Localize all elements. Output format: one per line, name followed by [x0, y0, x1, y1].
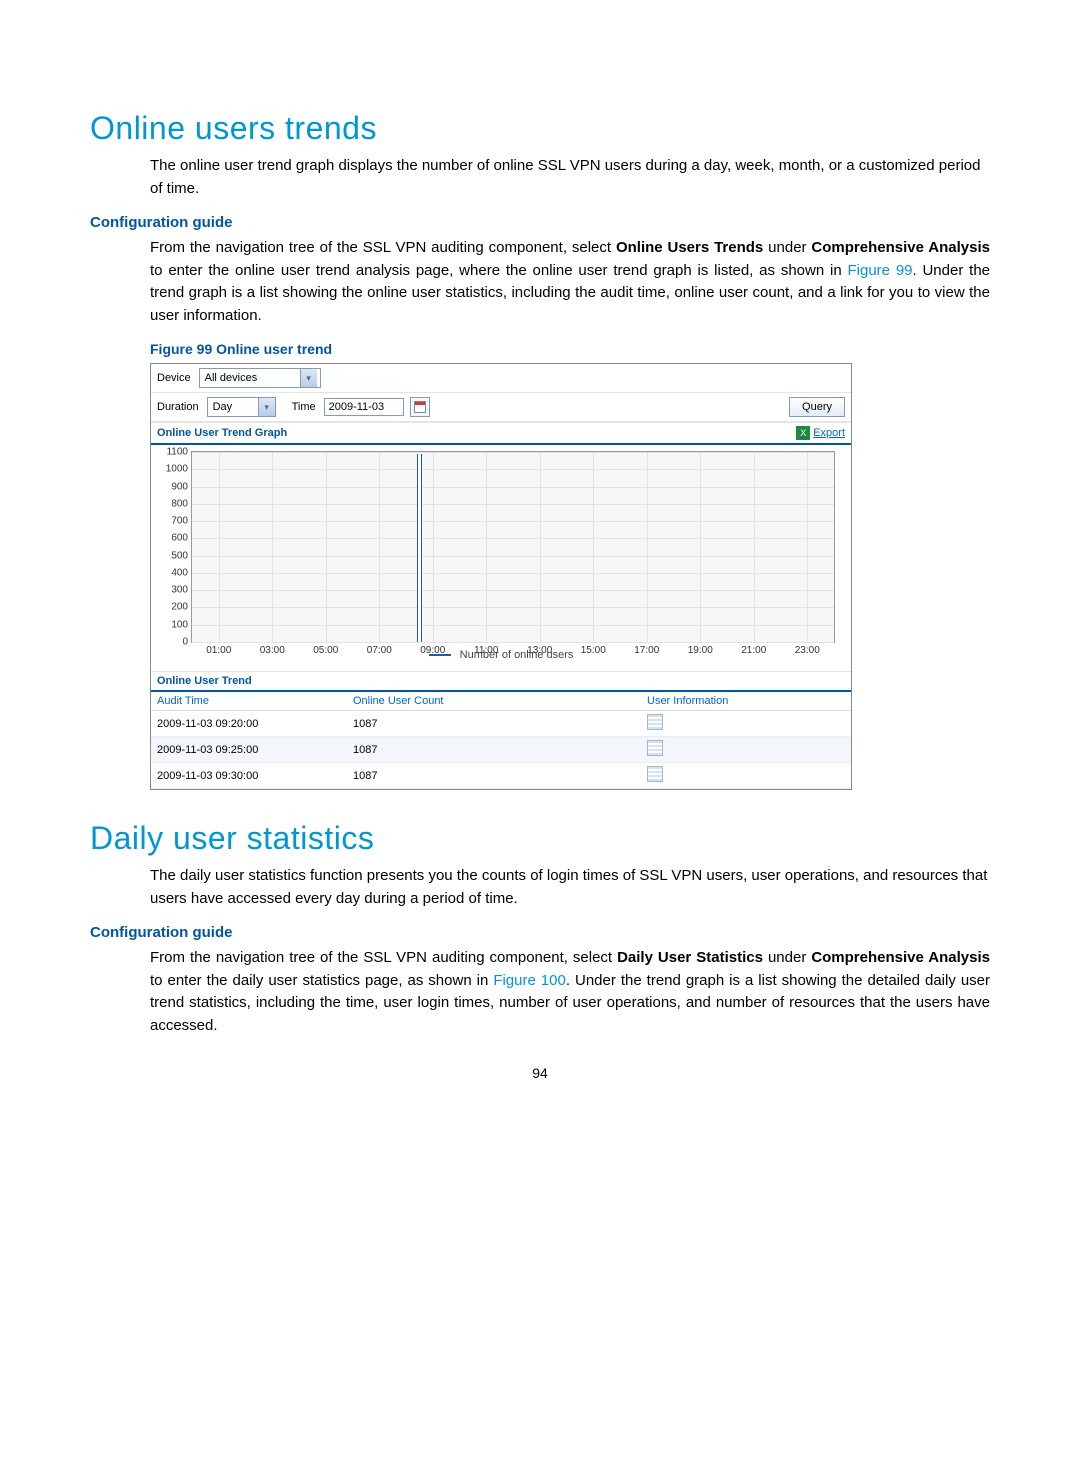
query-button[interactable]: Query [789, 397, 845, 417]
chart-panel-title-bar: Online User Trend Graph X Export [151, 422, 851, 445]
chevron-down-icon: ▾ [300, 369, 317, 387]
chart-container: 0 100 200 300 400 500 600 700 800 900 1000 1100 01:0… [151, 445, 851, 671]
th-audit-time[interactable]: Audit Time [151, 692, 347, 711]
table-header-row: Audit Time Online User Count User Inform… [151, 692, 851, 711]
duration-select-value: Day [208, 401, 258, 413]
figure-link-100[interactable]: Figure 100 [493, 972, 566, 989]
x-tick-label: 07:00 [367, 642, 392, 656]
x-tick-label: 19:00 [688, 642, 713, 656]
filter-bar-row2: Duration Day ▾ Time Query [151, 393, 851, 422]
y-tick-label: 600 [171, 533, 192, 544]
x-tick-label: 21:00 [741, 642, 766, 656]
duration-select[interactable]: Day ▾ [207, 397, 276, 417]
table-row: 2009-11-03 09:20:001087 [151, 711, 851, 737]
section1-subhead: Configuration guide [90, 214, 990, 231]
export-label: Export [813, 427, 845, 439]
duration-label: Duration [157, 401, 199, 413]
table-panel-title-bar: Online User Trend [151, 671, 851, 692]
bold-text: Comprehensive Analysis [811, 239, 990, 256]
figure-caption: Figure 99 Online user trend [150, 341, 990, 357]
x-tick-label: 17:00 [634, 642, 659, 656]
text: under [763, 949, 811, 966]
user-info-icon[interactable] [647, 714, 663, 730]
user-info-icon[interactable] [647, 740, 663, 756]
cell-audit-time: 2009-11-03 09:30:00 [151, 763, 347, 789]
y-tick-label: 100 [171, 619, 192, 630]
y-tick-label: 0 [182, 637, 192, 648]
y-tick-label: 200 [171, 602, 192, 613]
y-tick-label: 1100 [166, 447, 192, 458]
x-tick-label: 01:00 [206, 642, 231, 656]
user-info-icon[interactable] [647, 766, 663, 782]
cell-user-count: 1087 [347, 711, 641, 737]
table-row: 2009-11-03 09:30:001087 [151, 763, 851, 789]
section1-body: From the navigation tree of the SSL VPN … [150, 237, 990, 327]
chart-plot-area: 01002003004005006007008009001000110001:0… [191, 451, 835, 643]
text: under [763, 239, 811, 256]
bold-text: Comprehensive Analysis [811, 949, 990, 966]
x-tick-label: 11:00 [474, 642, 498, 656]
table-panel-title: Online User Trend [157, 675, 252, 687]
chart-panel-title: Online User Trend Graph [157, 427, 287, 439]
section-title-daily-user-statistics: Daily user statistics [90, 820, 990, 857]
page-number: 94 [0, 1065, 1080, 1081]
text: From the navigation tree of the SSL VPN … [150, 239, 616, 256]
section-title-online-users-trends: Online users trends [90, 110, 990, 147]
y-tick-label: 900 [171, 481, 192, 492]
stats-table: Audit Time Online User Count User Inform… [151, 692, 851, 789]
calendar-icon[interactable] [410, 397, 430, 417]
figure-link[interactable]: Figure 99 [847, 262, 912, 279]
text: to enter the online user trend analysis … [150, 262, 847, 279]
cell-user-count: 1087 [347, 763, 641, 789]
time-label: Time [292, 401, 316, 413]
x-tick-label: 15:00 [581, 642, 606, 656]
text: to enter the daily user statistics page,… [150, 972, 493, 989]
export-link[interactable]: X Export [796, 426, 845, 440]
y-tick-label: 500 [171, 550, 192, 561]
text: From the navigation tree of the SSL VPN … [150, 949, 617, 966]
cell-user-info [641, 763, 851, 789]
cell-user-count: 1087 [347, 737, 641, 763]
excel-icon: X [796, 426, 810, 440]
cell-user-info [641, 711, 851, 737]
filter-bar: Device All devices ▾ [151, 364, 851, 393]
x-tick-label: 05:00 [313, 642, 338, 656]
y-tick-label: 1000 [166, 464, 192, 475]
x-tick-label: 03:00 [260, 642, 285, 656]
y-tick-label: 300 [171, 585, 192, 596]
x-tick-label: 09:00 [420, 642, 445, 656]
bold-text: Daily User Statistics [617, 949, 763, 966]
device-label: Device [157, 372, 191, 384]
y-tick-label: 400 [171, 567, 192, 578]
cell-audit-time: 2009-11-03 09:20:00 [151, 711, 347, 737]
y-tick-label: 800 [171, 498, 192, 509]
cell-audit-time: 2009-11-03 09:25:00 [151, 737, 347, 763]
device-select-value: All devices [200, 372, 300, 384]
y-tick-label: 700 [171, 516, 192, 527]
table-row: 2009-11-03 09:25:001087 [151, 737, 851, 763]
section2-subhead: Configuration guide [90, 924, 990, 941]
th-online-user-count[interactable]: Online User Count [347, 692, 641, 711]
th-user-information[interactable]: User Information [641, 692, 851, 711]
section2-intro: The daily user statistics function prese… [150, 865, 990, 910]
bold-text: Online Users Trends [616, 239, 763, 256]
x-tick-label: 23:00 [795, 642, 820, 656]
section2-body: From the navigation tree of the SSL VPN … [150, 947, 990, 1037]
cell-user-info [641, 737, 851, 763]
device-select[interactable]: All devices ▾ [199, 368, 321, 388]
screenshot-figure-99: Device All devices ▾ Duration Day ▾ Time… [150, 363, 852, 790]
chevron-down-icon: ▾ [258, 398, 275, 416]
x-tick-label: 13:00 [527, 642, 552, 656]
section1-intro: The online user trend graph displays the… [150, 155, 990, 200]
time-input[interactable] [324, 398, 404, 416]
